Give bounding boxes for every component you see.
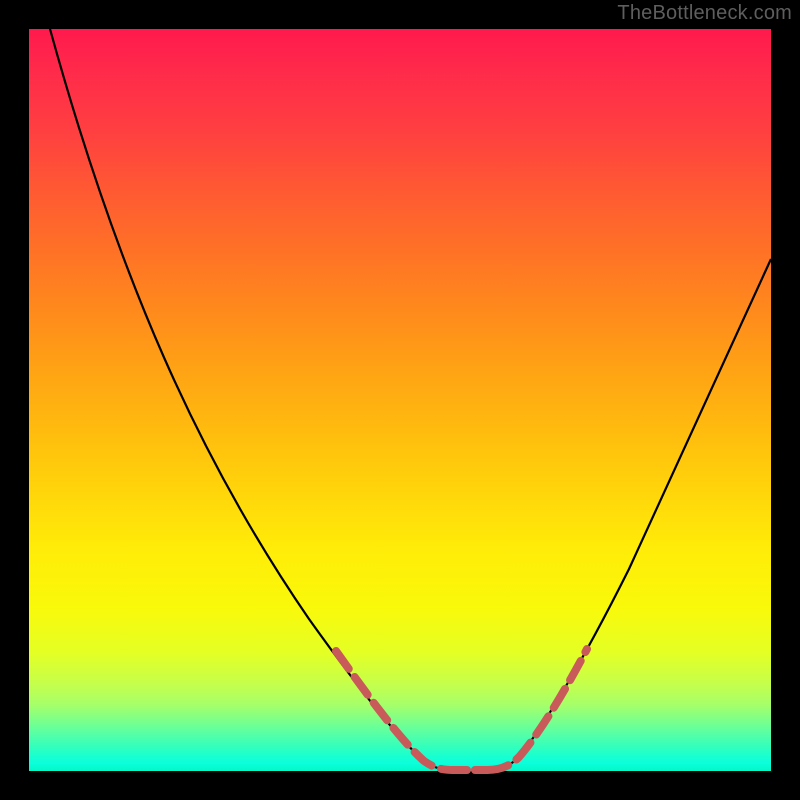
bottleneck-curve	[29, 29, 771, 771]
curve-dash-left	[336, 651, 453, 770]
curve-right-branch	[487, 259, 771, 770]
watermark-text: TheBottleneck.com	[617, 2, 792, 25]
curve-dash-right	[487, 649, 587, 770]
curve-left-branch	[50, 29, 453, 770]
